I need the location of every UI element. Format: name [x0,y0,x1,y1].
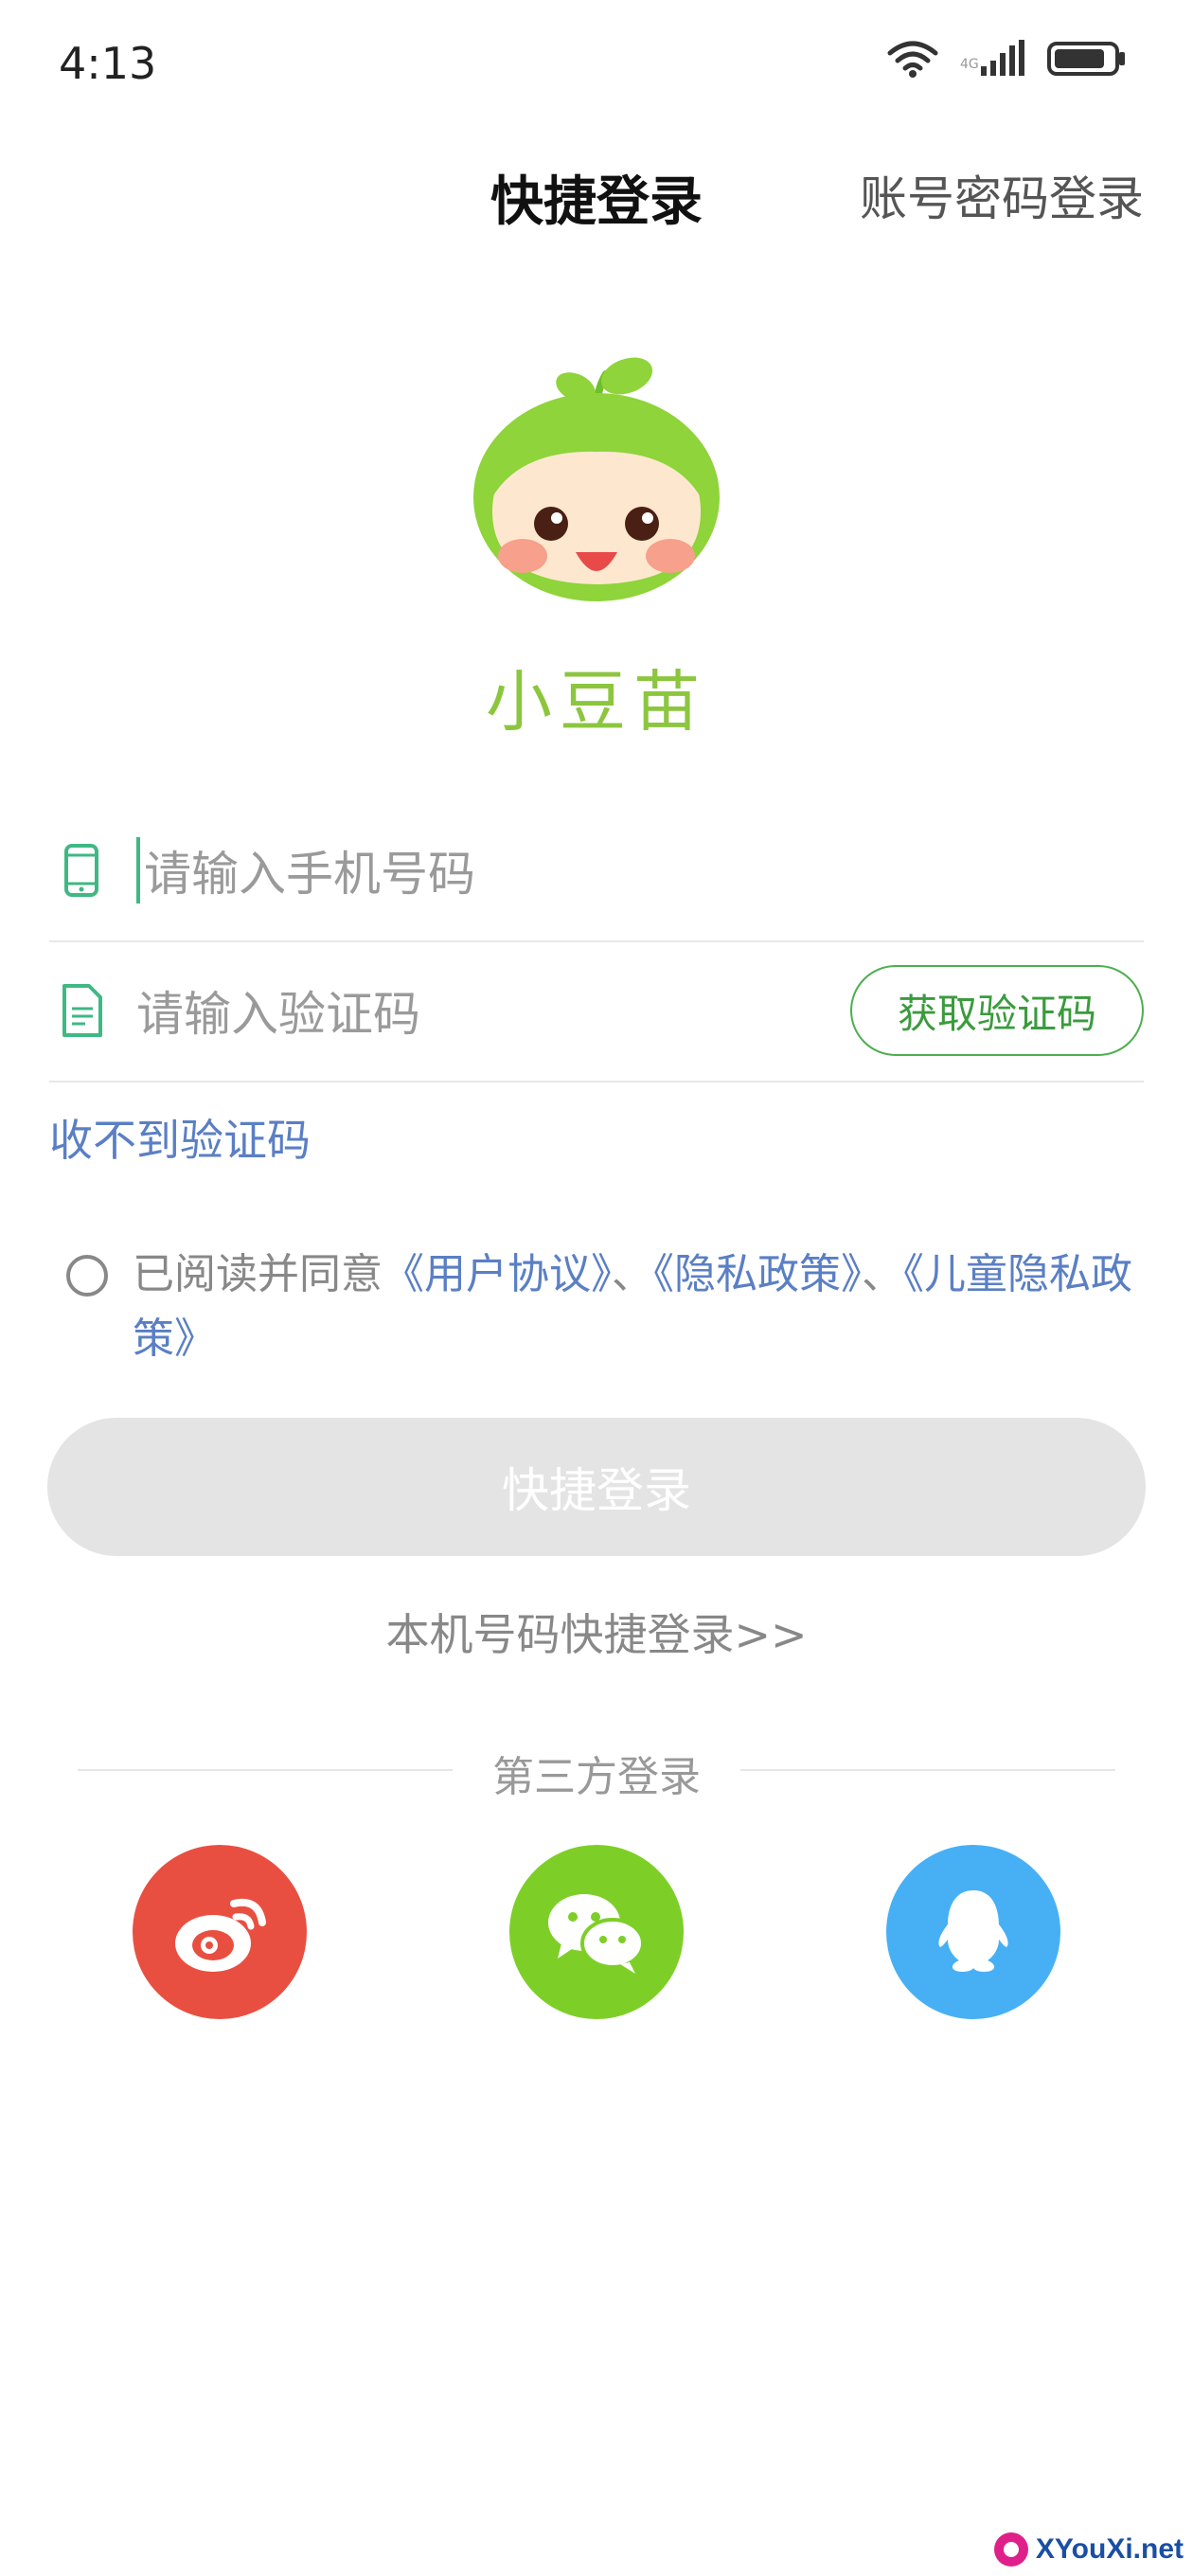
qq-icon [938,1890,1008,1972]
agreement-separator: 、 [862,1250,903,1298]
document-icon [62,984,102,1037]
wechat-login-button[interactable] [509,1845,684,2019]
no-code-link[interactable]: 收不到验证码 [49,1106,311,1169]
privacy-policy-link[interactable]: 《隐私政策》 [653,1250,862,1298]
text-caret [136,837,140,903]
code-placeholder: 请输入验证码 [136,987,420,1042]
watermark-logo-icon [993,2532,1028,2567]
app-logo [473,357,720,601]
watermark: XYouXi.net [992,2531,1184,2568]
wechat-icon [548,1894,645,1974]
weibo-icon [175,1899,266,1972]
get-code-button[interactable]: 获取验证码 [850,965,1144,1056]
watermark-text: XYouXi.net [1035,2533,1184,2565]
code-input[interactable]: 请输入验证码 [136,976,850,1045]
code-field-row: 请输入验证码 获取验证码 [49,940,1144,1082]
battery-icon [1047,42,1125,76]
agreement-separator: 、 [612,1250,653,1298]
agreement-text: 已阅读并同意《用户协议》、《隐私政策》、《儿童隐私政策》 [133,1243,1155,1371]
qq-login-button[interactable] [886,1845,1060,2019]
phone-input[interactable]: 请输入手机号码 [136,836,1144,904]
phone-icon [64,844,98,897]
user-agreement-link[interactable]: 《用户协议》 [383,1250,612,1298]
local-number-login-link[interactable]: 本机号码快捷登录>> [0,1601,1193,1663]
signal-icon: 4G [960,40,1024,76]
weibo-login-button[interactable] [133,1845,307,2019]
quick-login-button[interactable]: 快捷登录 [47,1418,1146,1556]
password-login-link[interactable]: 账号密码登录 [860,161,1144,229]
agreement-checkbox[interactable] [66,1255,108,1297]
brand-name: 小豆苗 [486,663,707,741]
agreement-prefix: 已阅读并同意 [133,1250,383,1298]
svg-text:4G: 4G [960,57,979,72]
phone-placeholder: 请输入手机号码 [144,847,475,902]
wifi-icon [887,41,938,78]
phone-field-row: 请输入手机号码 [49,800,1144,942]
third-party-label: 第三方登录 [492,1753,701,1801]
status-icons: 4G [886,40,1127,78]
status-time: 4:13 [59,38,157,89]
